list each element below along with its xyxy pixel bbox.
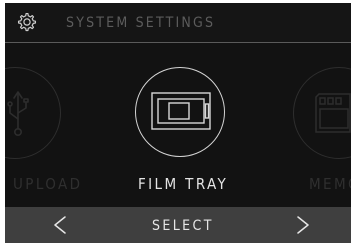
film-tray-icon — [151, 92, 211, 130]
menu-item-label: UPLOAD — [13, 175, 83, 193]
usb-icon — [7, 91, 29, 136]
gear-icon[interactable] — [16, 11, 38, 33]
header-bar: SYSTEM SETTINGS — [5, 3, 351, 42]
footer-bar: SELECT — [5, 207, 351, 243]
page-title: SYSTEM SETTINGS — [66, 15, 216, 31]
settings-screen: SYSTEM SETTINGS UPLOAD FILM TRAY MEM SEL… — [5, 3, 351, 243]
select-button[interactable]: SELECT — [152, 217, 214, 235]
menu-carousel: UPLOAD FILM TRAY MEMO — [5, 43, 351, 206]
chevron-left-icon[interactable] — [53, 216, 67, 234]
menu-item-label: MEMO — [309, 175, 351, 193]
chevron-right-icon[interactable] — [296, 216, 310, 234]
memory-card-icon — [315, 93, 351, 133]
menu-item-label-selected: FILM TRAY — [138, 175, 229, 193]
